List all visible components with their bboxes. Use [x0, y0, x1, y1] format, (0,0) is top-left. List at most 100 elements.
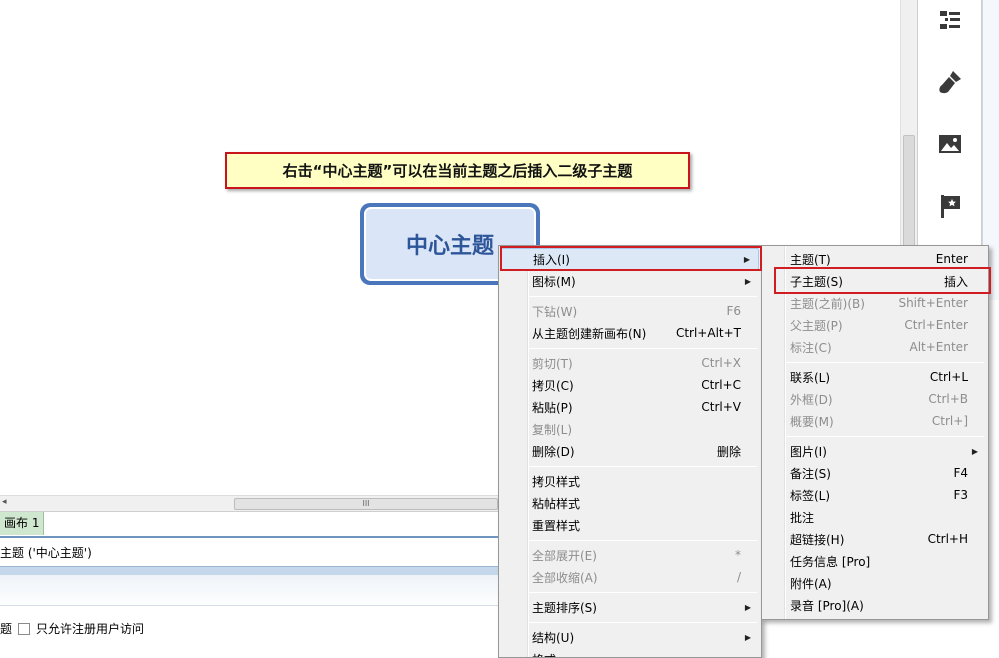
menu-item-label: 图片(I): [790, 444, 827, 459]
menu-item-12[interactable]: 超链接(H) Ctrl+H: [764, 528, 986, 550]
menu-item-label: 任务信息 [Pro]: [790, 554, 871, 569]
menu-item-9[interactable]: 拷贝样式: [501, 470, 759, 492]
menu-item-16[interactable]: 格式: [501, 648, 759, 658]
menu-item-label: 主题排序(S): [532, 600, 597, 615]
canvas-horizontal-scrollbar[interactable]: ◂ III: [0, 495, 498, 511]
menu-separator: [786, 362, 984, 363]
menu-item-6[interactable]: 粘贴(P) Ctrl+V: [501, 396, 759, 418]
menu-item-14[interactable]: 附件(A): [764, 572, 986, 594]
menu-item-label: 拷贝样式: [532, 474, 581, 489]
menu-item-0[interactable]: 主题(T) Enter: [764, 248, 986, 270]
flag-icon[interactable]: [936, 192, 964, 220]
menu-item-2: 主题(之前)(B) Shift+Enter: [764, 292, 986, 314]
menu-item-label: 重置样式: [532, 518, 581, 533]
menu-item-shortcut: Ctrl+Enter: [904, 318, 968, 332]
status-strip: [0, 566, 498, 575]
menu-item-7: 复制(L): [501, 418, 759, 440]
menu-item-label: 全部展开(E): [532, 548, 597, 563]
menu-separator: [529, 592, 757, 593]
scrollbar-thumb[interactable]: III: [234, 498, 498, 510]
menu-item-13: 全部收缩(A) /: [501, 566, 759, 588]
menu-item-3[interactable]: 从主题创建新画布(N) Ctrl+Alt+T: [501, 322, 759, 344]
menu-item-5[interactable]: 联系(L) Ctrl+L: [764, 366, 986, 388]
menu-item-label: 复制(L): [532, 422, 573, 437]
menu-item-label: 结构(U): [532, 630, 575, 645]
menu-separator: [529, 466, 757, 467]
menu-separator: [529, 622, 757, 623]
menu-item-label: 附件(A): [790, 576, 832, 591]
menu-item-shortcut: F4: [953, 466, 968, 480]
menu-item-0[interactable]: 插入(I) ▶: [501, 248, 759, 270]
menu-item-label: 拷贝(C): [532, 378, 574, 393]
menu-separator: [529, 296, 757, 297]
menu-item-14[interactable]: 主题排序(S) ▶: [501, 596, 759, 618]
outline-icon[interactable]: [936, 6, 964, 34]
menu-item-shortcut: 插入: [943, 274, 968, 289]
menu-item-12: 全部展开(E) *: [501, 544, 759, 566]
menu-item-10[interactable]: 标签(L) F3: [764, 484, 986, 506]
menu-item-label: 剪切(T): [532, 356, 573, 371]
menu-item-shortcut: *: [735, 548, 741, 562]
image-icon[interactable]: [936, 130, 964, 158]
menu-separator: [529, 540, 757, 541]
lower-band: [0, 575, 498, 605]
menu-item-shortcut: Ctrl+X: [701, 356, 741, 370]
menu-item-shortcut: Ctrl+H: [927, 532, 968, 546]
menu-item-shortcut: Ctrl+Alt+T: [675, 326, 741, 340]
bottom-left-text: 题: [0, 622, 13, 636]
sheet-tab-bar: 画布 1: [0, 511, 498, 535]
scroll-left-icon[interactable]: ◂: [2, 497, 7, 507]
menu-item-label: 联系(L): [790, 370, 831, 385]
menu-item-shortcut: Enter: [935, 252, 968, 266]
menu-item-shortcut: Ctrl+L: [929, 370, 968, 384]
submenu-arrow-icon: ▶: [744, 632, 751, 642]
menu-item-shortcut: Ctrl+B: [928, 392, 968, 406]
menu-item-11[interactable]: 批注: [764, 506, 986, 528]
menu-item-label: 粘贴(P): [532, 400, 573, 415]
menu-item-13[interactable]: 任务信息 [Pro]: [764, 550, 986, 572]
brush-icon[interactable]: [936, 68, 964, 96]
menu-item-1[interactable]: 图标(M) ▶: [501, 270, 759, 292]
menu-item-shortcut: Shift+Enter: [898, 296, 968, 310]
menu-item-label: 全部收缩(A): [532, 570, 598, 585]
menu-item-7: 概要(M) Ctrl+]: [764, 410, 986, 432]
menu-item-9[interactable]: 备注(S) F4: [764, 462, 986, 484]
menu-item-shortcut: Ctrl+]: [931, 414, 968, 428]
menu-item-10[interactable]: 粘帖样式: [501, 492, 759, 514]
menu-separator: [529, 348, 757, 349]
annotation-callout: 右击“中心主题”可以在当前主题之后插入二级子主题: [225, 152, 690, 189]
menu-item-shortcut: Ctrl+V: [701, 400, 741, 414]
menu-item-label: 批注: [790, 510, 815, 525]
context-menu: 插入(I) ▶ 图标(M) ▶ 下钻(W) F6 从主题创建新画布(N) Ctrl+Alt+T…: [498, 245, 762, 658]
menu-item-5[interactable]: 拷贝(C) Ctrl+C: [501, 374, 759, 396]
menu-item-15[interactable]: 录音 [Pro](A): [764, 594, 986, 616]
submenu-arrow-icon: ▶: [971, 446, 978, 456]
menu-item-15[interactable]: 结构(U) ▶: [501, 626, 759, 648]
menu-item-label: 录音 [Pro](A): [790, 598, 864, 613]
registered-only-checkbox[interactable]: [18, 622, 31, 635]
menu-item-label: 粘帖样式: [532, 496, 581, 511]
menu-item-label: 删除(D): [532, 444, 575, 459]
status-bar: 主题 ('中心主题'): [0, 536, 498, 566]
menu-item-label: 格式: [532, 651, 556, 658]
menu-item-8[interactable]: 删除(D) 删除: [501, 440, 759, 462]
menu-item-label: 子主题(S): [790, 274, 843, 289]
menu-item-label: 标注(C): [790, 340, 832, 355]
sheet-tab[interactable]: 画布 1: [0, 512, 44, 535]
menu-item-label: 概要(M): [790, 414, 834, 429]
canvas-vertical-scrollbar[interactable]: [900, 0, 917, 250]
menu-item-8[interactable]: 图片(I) ▶: [764, 440, 986, 462]
submenu-arrow-icon: ▶: [743, 254, 750, 264]
menu-item-shortcut: Alt+Enter: [909, 340, 968, 354]
bottom-options: 题 只允许注册用户访问: [0, 620, 144, 637]
menu-item-label: 备注(S): [790, 466, 831, 481]
menu-item-11[interactable]: 重置样式: [501, 514, 759, 536]
status-text: 主题 ('中心主题'): [0, 546, 92, 560]
menu-item-3: 父主题(P) Ctrl+Enter: [764, 314, 986, 336]
menu-item-1[interactable]: 子主题(S) 插入: [764, 270, 986, 292]
menu-item-label: 父主题(P): [790, 318, 843, 333]
menu-item-label: 插入(I): [533, 252, 570, 267]
scrollbar-thumb[interactable]: [903, 135, 915, 250]
menu-separator: [786, 436, 984, 437]
insert-submenu: 主题(T) Enter 子主题(S) 插入 主题(之前)(B) Shift+Enter 父主…: [761, 245, 989, 620]
